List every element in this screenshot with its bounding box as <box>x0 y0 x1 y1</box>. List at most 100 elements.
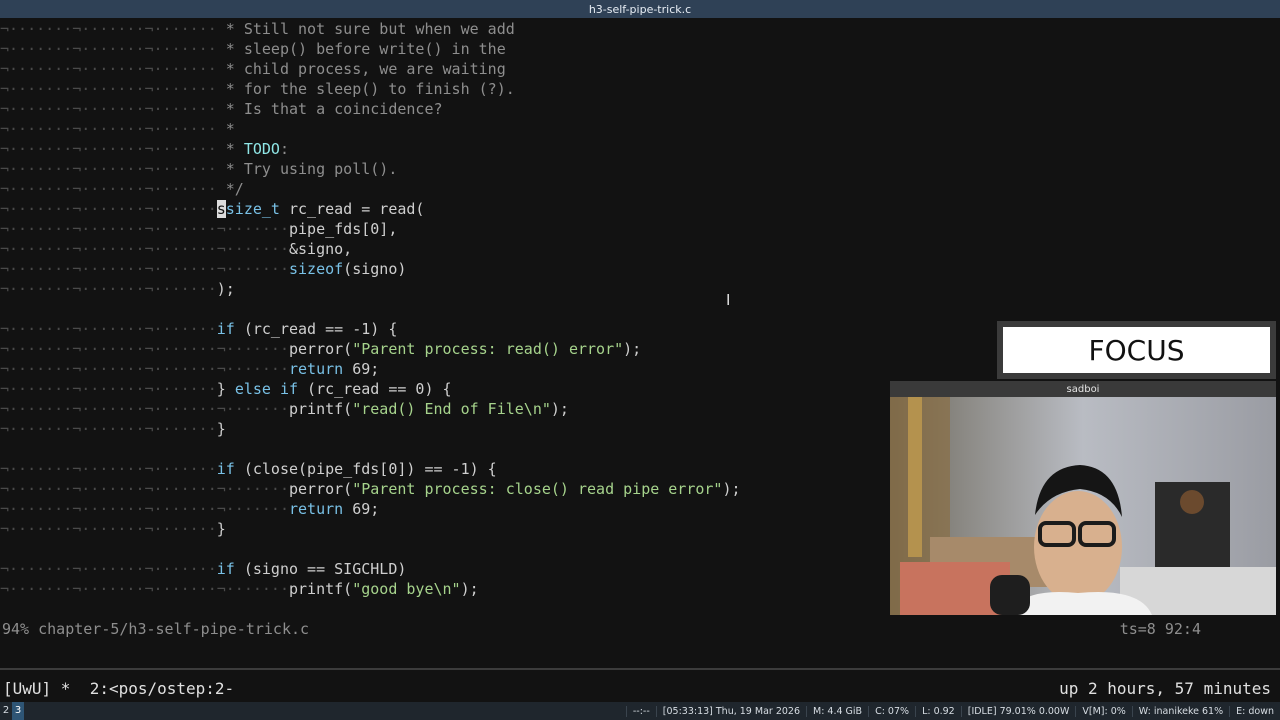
code-token: TODO <box>243 140 280 158</box>
indent-guides: ¬·······¬·······¬······· <box>0 560 217 578</box>
code-token: * <box>225 140 244 158</box>
code-line[interactable]: ¬·······¬·······¬·······ssize_t rc_read … <box>0 199 1280 219</box>
window-title-bar: h3-self-pipe-trick.c <box>0 0 1280 18</box>
tmux-uptime: up 2 hours, 57 minutes <box>1059 679 1271 698</box>
tmux-session[interactable]: [UwU] * 2:<pos/ostep:2- <box>3 678 234 700</box>
code-line[interactable]: ¬·······¬·······¬······· * <box>0 119 1280 139</box>
tmux-divider <box>0 668 1280 670</box>
code-line[interactable]: ¬·······¬·······¬······· * TODO: <box>0 139 1280 159</box>
code-token: perror( <box>288 480 353 498</box>
code-line[interactable]: ¬·······¬·······¬·······); <box>0 279 1280 299</box>
code-line[interactable]: ¬·······¬·······¬······· */ <box>0 179 1280 199</box>
code-token: &signo, <box>288 240 353 258</box>
code-token: (rc_read == -1) { <box>234 320 398 338</box>
indent-guides: ¬·······¬·······¬······· <box>0 200 217 218</box>
window-title: h3-self-pipe-trick.c <box>588 2 692 16</box>
text-cursor-icon: I <box>726 291 731 309</box>
indent-guides: ¬·······¬·······¬·······¬······· <box>0 240 289 258</box>
code-line[interactable]: ¬·······¬·······¬······· * child process… <box>0 59 1280 79</box>
code-token: (rc_read == 0) { <box>298 380 452 398</box>
code-token: ); <box>722 480 741 498</box>
code-token: : <box>279 140 289 158</box>
code-line[interactable]: ¬·······¬·······¬······· * for the sleep… <box>0 79 1280 99</box>
code-token: * <box>225 120 235 138</box>
code-token: } <box>216 520 226 538</box>
workspace-3[interactable]: 3 <box>12 702 24 720</box>
webcam-title: sadboi <box>890 381 1276 397</box>
indent-guides: ¬·······¬·······¬······· <box>0 80 226 98</box>
status-item: W: inanikeke 61% <box>1131 705 1229 717</box>
code-token: size_t <box>225 200 280 218</box>
indent-guides: ¬·······¬·······¬······· <box>0 100 226 118</box>
code-token: printf( <box>288 580 353 598</box>
code-token: else if <box>234 380 299 398</box>
indent-guides: ¬·······¬·······¬······· <box>0 160 226 178</box>
file-info: 94% chapter-5/h3-self-pipe-trick.c <box>2 620 310 638</box>
status-items: --:-- [05:33:13] Thu, 19 Mar 2026 M: 4.4 G… <box>625 705 1280 717</box>
code-token: if <box>216 320 235 338</box>
focus-label: FOCUS <box>1003 327 1270 373</box>
code-line[interactable]: ¬·······¬·······¬······· * Is that a coi… <box>0 99 1280 119</box>
indent-guides: ¬·······¬·······¬······· <box>0 140 226 158</box>
indent-guides: ¬·······¬·······¬······· <box>0 280 217 298</box>
indent-guides: ¬·······¬·······¬······· <box>0 20 226 38</box>
status-item: [IDLE] 79.01% 0.00W <box>960 705 1076 717</box>
code-token: */ <box>225 180 244 198</box>
code-token: pipe_fds[0], <box>288 220 398 238</box>
code-token: ); <box>550 400 569 418</box>
code-token: * Still not sure but when we add <box>225 20 515 38</box>
indent-guides: ¬·······¬·······¬·······¬······· <box>0 340 289 358</box>
code-line[interactable] <box>0 299 1280 319</box>
code-token: * child process, we are waiting <box>225 60 506 78</box>
indent-guides: ¬·······¬·······¬······· <box>0 460 217 478</box>
status-item: C: 07% <box>868 705 915 717</box>
vim-statusline: 94% chapter-5/h3-self-pipe-trick.c ts=8 … <box>0 619 1280 639</box>
code-token: ); <box>216 280 235 298</box>
cursor-position: ts=8 92:4 <box>1119 620 1201 638</box>
indent-guides: ¬·······¬·······¬·······¬······· <box>0 220 289 238</box>
indent-guides: ¬·······¬·······¬·······¬······· <box>0 480 289 498</box>
code-line[interactable]: ¬·······¬·······¬······· * Try using pol… <box>0 159 1280 179</box>
indent-guides: ¬·······¬·······¬······· <box>0 40 226 58</box>
workspace-2[interactable]: 2 <box>0 702 12 720</box>
code-token: printf( <box>288 400 353 418</box>
indent-guides: ¬·······¬·······¬······· <box>0 180 226 198</box>
code-token: (signo == SIGCHLD) <box>234 560 407 578</box>
code-token: 69; <box>343 500 380 518</box>
code-token: } <box>216 420 226 438</box>
indent-guides: ¬·······¬·······¬······· <box>0 120 226 138</box>
code-token: return <box>288 360 344 378</box>
code-token: (signo) <box>343 260 407 278</box>
code-line[interactable]: ¬·······¬·······¬·······¬·······&signo, <box>0 239 1280 259</box>
code-token: * sleep() before write() in the <box>225 40 506 58</box>
indent-guides: ¬·······¬·······¬······· <box>0 60 226 78</box>
code-token: if <box>216 560 235 578</box>
text-cursor: s <box>216 200 226 218</box>
webcam-image <box>890 397 1276 615</box>
code-line[interactable]: ¬·······¬·······¬······· * Still not sur… <box>0 19 1280 39</box>
webcam-feed <box>890 397 1276 615</box>
code-token: (close(pipe_fds[0]) == -1) { <box>234 460 497 478</box>
code-token: ); <box>623 340 642 358</box>
code-token: return <box>288 500 344 518</box>
status-item: --:-- <box>625 705 656 717</box>
code-line[interactable]: ¬·······¬·······¬·······¬·······pipe_fds… <box>0 219 1280 239</box>
code-token: 69; <box>343 360 380 378</box>
code-token: sizeof <box>288 260 344 278</box>
code-line[interactable]: ¬·······¬·······¬······· * sleep() befor… <box>0 39 1280 59</box>
indent-guides: ¬·······¬·······¬·······¬······· <box>0 400 289 418</box>
code-token: "Parent process: read() error" <box>352 340 624 358</box>
code-token: } <box>216 380 235 398</box>
indent-guides: ¬·······¬·······¬······· <box>0 420 217 438</box>
code-token: rc_read = read( <box>279 200 425 218</box>
indent-guides: ¬·······¬·······¬······· <box>0 380 217 398</box>
status-item: V[M]: 0% <box>1075 705 1131 717</box>
code-line[interactable]: ¬·······¬·······¬·······¬·······sizeof(s… <box>0 259 1280 279</box>
focus-banner: FOCUS <box>997 321 1276 379</box>
tmux-status: [UwU] * 2:<pos/ostep:2- up 2 hours, 57 m… <box>0 678 1280 700</box>
indent-guides: ¬·······¬·······¬·······¬······· <box>0 580 289 598</box>
indent-guides: ¬·······¬·······¬·······¬······· <box>0 360 289 378</box>
status-item: E: down <box>1229 705 1280 717</box>
code-token: "Parent process: close() read pipe error… <box>352 480 723 498</box>
code-token: "read() End of File\n" <box>352 400 551 418</box>
